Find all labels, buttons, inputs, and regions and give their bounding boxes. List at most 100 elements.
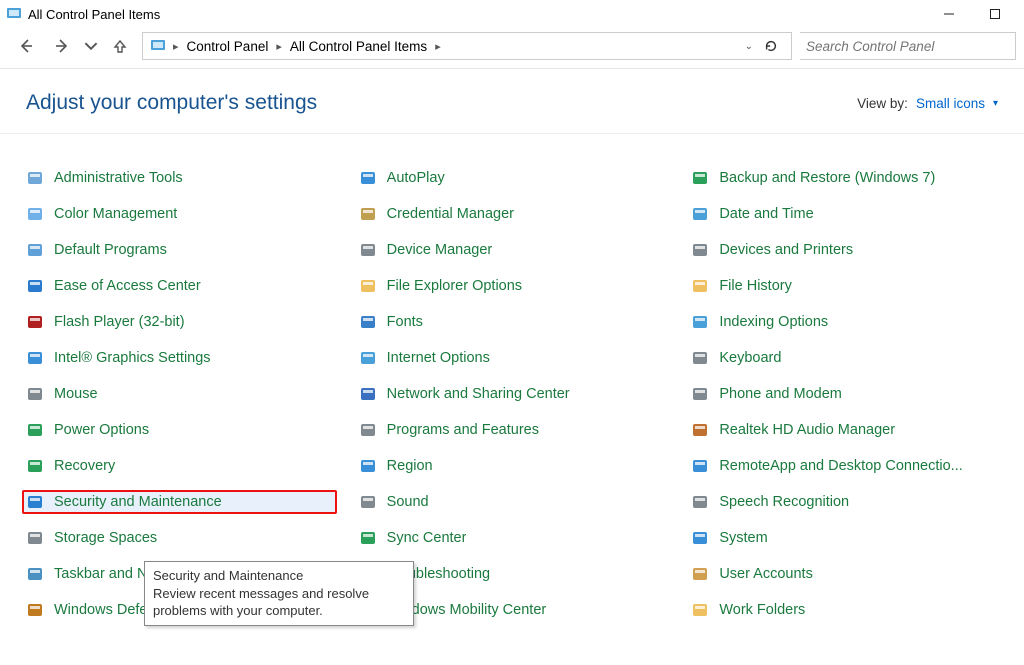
breadcrumb-current[interactable]: All Control Panel Items — [286, 39, 431, 54]
breadcrumb-root[interactable]: Control Panel — [183, 39, 273, 54]
item-mouse[interactable]: Mouse — [22, 382, 337, 406]
item-flash[interactable]: Flash Player (32-bit) — [22, 310, 337, 334]
item-keyboard[interactable]: Keyboard — [687, 346, 1002, 370]
item-label: Network and Sharing Center — [387, 386, 570, 402]
item-file-history[interactable]: File History — [687, 274, 1002, 298]
internet-icon — [359, 349, 377, 367]
network-icon — [359, 385, 377, 403]
item-explorer-opts[interactable]: File Explorer Options — [355, 274, 670, 298]
item-label: Mouse — [54, 386, 98, 402]
item-intel-graphics[interactable]: Intel® Graphics Settings — [22, 346, 337, 370]
item-label: Work Folders — [719, 602, 805, 618]
color-mgmt-icon — [26, 205, 44, 223]
item-network[interactable]: Network and Sharing Center — [355, 382, 670, 406]
default-programs-icon — [26, 241, 44, 259]
item-speech[interactable]: Speech Recognition — [687, 490, 1002, 514]
security-icon — [26, 493, 44, 511]
item-indexing[interactable]: Indexing Options — [687, 310, 1002, 334]
item-sync[interactable]: Sync Center — [355, 526, 670, 550]
programs-icon — [359, 421, 377, 439]
item-realtek[interactable]: Realtek HD Audio Manager — [687, 418, 1002, 442]
minimize-button[interactable] — [926, 0, 972, 28]
intel-graphics-icon — [26, 349, 44, 367]
item-label: Flash Player (32-bit) — [54, 314, 185, 330]
search-box[interactable] — [800, 32, 1016, 60]
refresh-button[interactable] — [759, 34, 783, 58]
flash-icon — [26, 313, 44, 331]
realtek-icon — [691, 421, 709, 439]
back-button[interactable] — [12, 32, 40, 60]
item-label: RemoteApp and Desktop Connectio... — [719, 458, 962, 474]
credential-icon — [359, 205, 377, 223]
item-backup[interactable]: Backup and Restore (Windows 7) — [687, 166, 1002, 190]
address-bar[interactable]: ▸ Control Panel ▸ All Control Panel Item… — [142, 32, 792, 60]
item-phone-modem[interactable]: Phone and Modem — [687, 382, 1002, 406]
item-region[interactable]: Region — [355, 454, 670, 478]
indexing-icon — [691, 313, 709, 331]
forward-button[interactable] — [48, 32, 76, 60]
work-folders-icon — [691, 601, 709, 619]
up-button[interactable] — [106, 32, 134, 60]
item-remoteapp[interactable]: RemoteApp and Desktop Connectio... — [687, 454, 1002, 478]
item-label: Sync Center — [387, 530, 467, 546]
item-power[interactable]: Power Options — [22, 418, 337, 442]
backup-icon — [691, 169, 709, 187]
titlebar: All Control Panel Items — [0, 0, 1024, 28]
item-label: Devices and Printers — [719, 242, 853, 258]
view-by-label: View by: — [857, 96, 908, 111]
chevron-down-icon[interactable]: ▾ — [993, 98, 998, 109]
item-label: Fonts — [387, 314, 423, 330]
region-icon — [359, 457, 377, 475]
item-internet[interactable]: Internet Options — [355, 346, 670, 370]
sync-icon — [359, 529, 377, 547]
chevron-right-icon[interactable]: ▸ — [171, 40, 181, 53]
item-label: Keyboard — [719, 350, 781, 366]
mouse-icon — [26, 385, 44, 403]
item-recovery[interactable]: Recovery — [22, 454, 337, 478]
item-devices-printers[interactable]: Devices and Printers — [687, 238, 1002, 262]
item-autoplay[interactable]: AutoPlay — [355, 166, 670, 190]
system-icon — [691, 529, 709, 547]
maximize-button[interactable] — [972, 0, 1018, 28]
item-system[interactable]: System — [687, 526, 1002, 550]
address-dropdown[interactable]: ⌄ — [745, 41, 753, 52]
item-label: Administrative Tools — [54, 170, 183, 186]
item-programs[interactable]: Programs and Features — [355, 418, 670, 442]
item-default-programs[interactable]: Default Programs — [22, 238, 337, 262]
item-storage[interactable]: Storage Spaces — [22, 526, 337, 550]
item-label: Internet Options — [387, 350, 490, 366]
item-label: User Accounts — [719, 566, 813, 582]
control-panel-icon — [149, 37, 167, 55]
device-mgr-icon — [359, 241, 377, 259]
item-credential[interactable]: Credential Manager — [355, 202, 670, 226]
chevron-right-icon[interactable]: ▸ — [274, 40, 284, 53]
item-label: Sound — [387, 494, 429, 510]
item-label: Intel® Graphics Settings — [54, 350, 211, 366]
item-fonts[interactable]: Fonts — [355, 310, 670, 334]
item-color-mgmt[interactable]: Color Management — [22, 202, 337, 226]
item-label: Backup and Restore (Windows 7) — [719, 170, 935, 186]
view-by-value[interactable]: Small icons — [916, 96, 985, 111]
item-sound[interactable]: Sound — [355, 490, 670, 514]
window-title: All Control Panel Items — [28, 7, 160, 22]
item-users[interactable]: User Accounts — [687, 562, 1002, 586]
taskbar-icon — [26, 565, 44, 583]
item-admin-tools[interactable]: Administrative Tools — [22, 166, 337, 190]
item-datetime[interactable]: Date and Time — [687, 202, 1002, 226]
datetime-icon — [691, 205, 709, 223]
file-history-icon — [691, 277, 709, 295]
item-security[interactable]: Security and Maintenance — [22, 490, 337, 514]
item-label: Color Management — [54, 206, 177, 222]
item-device-mgr[interactable]: Device Manager — [355, 238, 670, 262]
sound-icon — [359, 493, 377, 511]
chevron-right-icon[interactable]: ▸ — [433, 40, 443, 53]
view-by-control[interactable]: View by: Small icons ▾ — [857, 96, 998, 111]
item-label: Ease of Access Center — [54, 278, 201, 294]
tooltip-title: Security and Maintenance — [153, 567, 405, 585]
item-work-folders[interactable]: Work Folders — [687, 598, 1002, 622]
search-input[interactable] — [806, 39, 1009, 54]
users-icon — [691, 565, 709, 583]
item-label: System — [719, 530, 767, 546]
recent-dropdown[interactable] — [84, 32, 98, 60]
item-ease-access[interactable]: Ease of Access Center — [22, 274, 337, 298]
